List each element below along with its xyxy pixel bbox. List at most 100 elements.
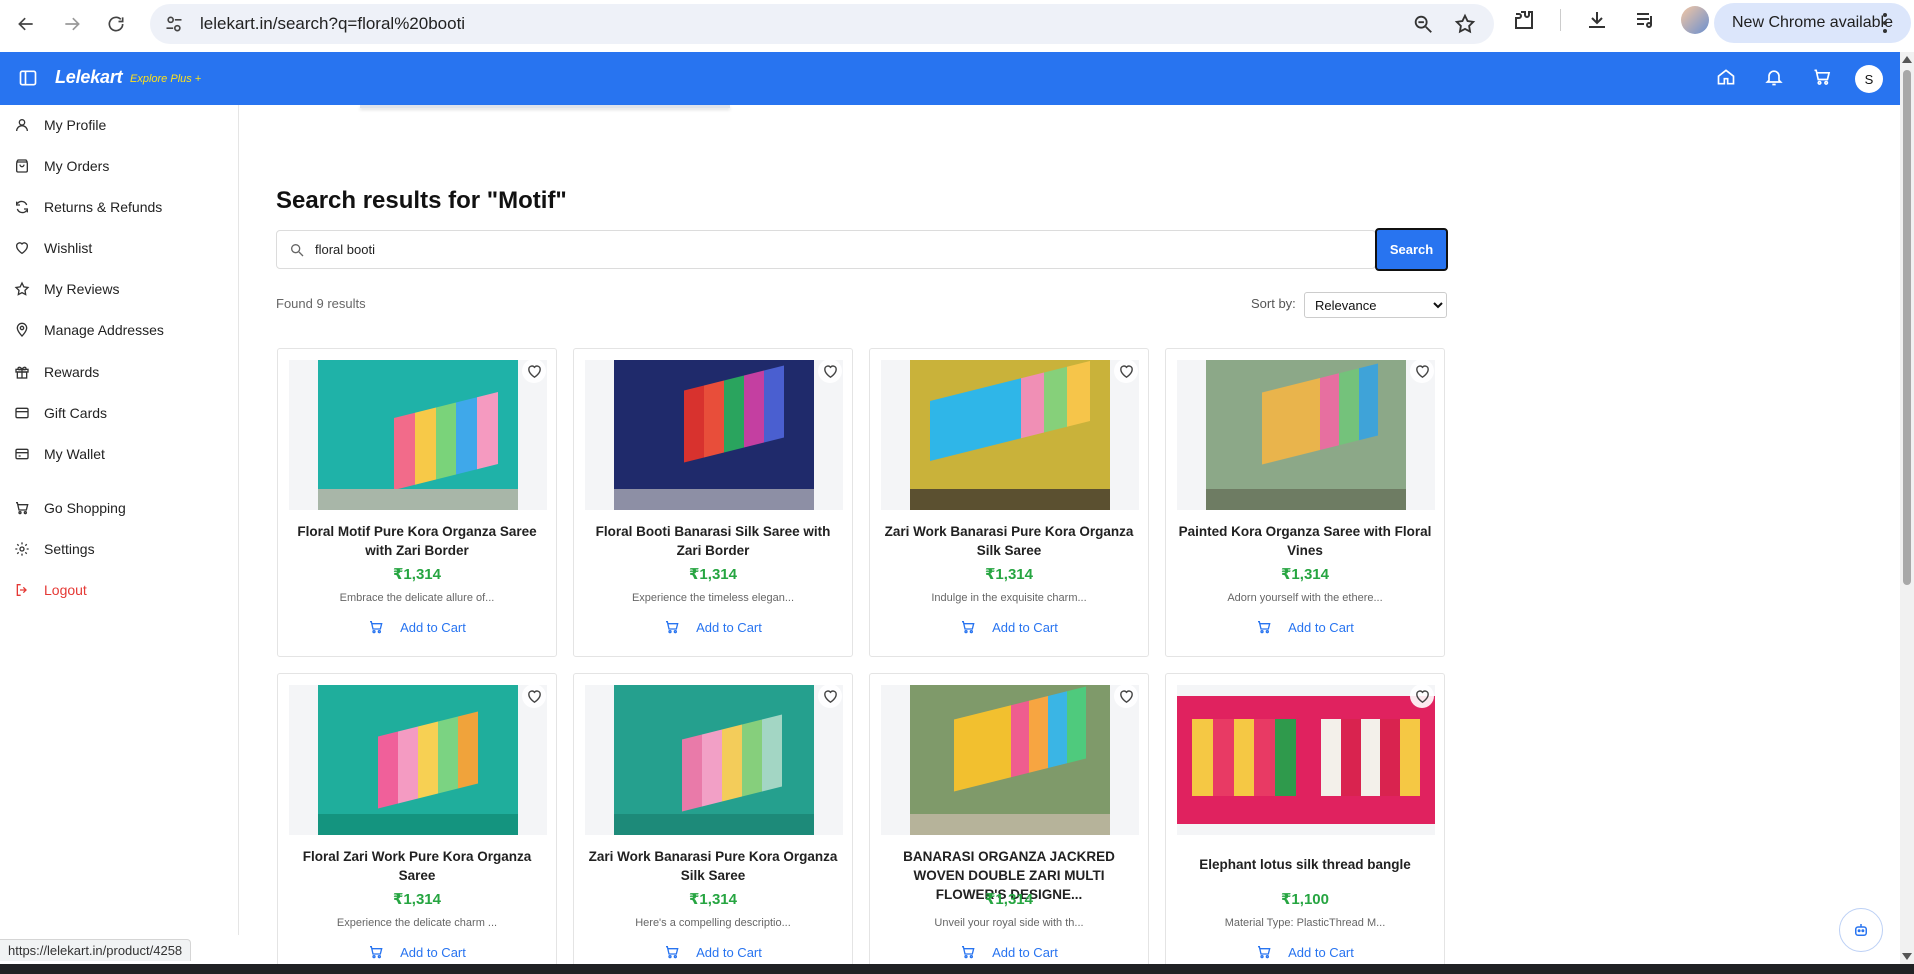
wishlist-button[interactable]: [522, 684, 546, 708]
sidebar-item-gift-cards[interactable]: Gift Cards: [14, 401, 107, 425]
bell-icon[interactable]: [1764, 67, 1784, 87]
collapsed-dropdown-edge: [360, 105, 730, 108]
product-name[interactable]: Floral Motif Pure Kora Organza Saree wit…: [288, 522, 546, 560]
address-bar[interactable]: lelekart.in/search?q=floral%20booti: [150, 4, 1494, 44]
search-button[interactable]: Search: [1375, 228, 1448, 271]
product-image[interactable]: [585, 685, 843, 835]
product-name[interactable]: Elephant lotus silk thread bangle: [1176, 855, 1434, 874]
saree-image: [318, 685, 518, 835]
product-description: Adorn yourself with the ethere...: [1227, 592, 1383, 604]
add-to-cart-button[interactable]: Add to Cart: [870, 619, 1148, 635]
add-to-cart-button[interactable]: Add to Cart: [1166, 619, 1444, 635]
logo[interactable]: Lelekart: [55, 67, 123, 88]
cart-icon: [666, 621, 679, 634]
product-image[interactable]: [881, 360, 1139, 510]
sidebar-item-manage-addresses[interactable]: Manage Addresses: [14, 318, 164, 342]
site-settings-icon[interactable]: [164, 14, 184, 34]
product-card[interactable]: Zari Work Banarasi Pure Kora Organza Sil…: [869, 348, 1149, 657]
product-card[interactable]: Painted Kora Organza Saree with Floral V…: [1165, 348, 1445, 657]
scroll-thumb[interactable]: [1903, 70, 1911, 585]
add-to-cart-button[interactable]: Add to Cart: [870, 944, 1148, 960]
add-to-cart-button[interactable]: Add to Cart: [1166, 944, 1444, 960]
sidebar-item-rewards[interactable]: Rewards: [14, 360, 99, 384]
user-avatar[interactable]: S: [1855, 65, 1883, 93]
url-text: lelekart.in/search?q=floral%20booti: [200, 14, 466, 33]
sidebar-item-my-orders[interactable]: My Orders: [14, 154, 109, 178]
home-icon[interactable]: [1716, 67, 1736, 87]
product-card[interactable]: Floral Motif Pure Kora Organza Saree wit…: [277, 348, 557, 657]
chatbot-button[interactable]: [1839, 908, 1883, 952]
scroll-up-arrow-icon[interactable]: [1902, 56, 1912, 63]
product-price: ₹1,314: [393, 566, 441, 583]
add-to-cart-button[interactable]: Add to Cart: [278, 619, 556, 635]
add-to-cart-label: Add to Cart: [400, 619, 466, 635]
wishlist-button[interactable]: [1114, 684, 1138, 708]
sidebar-item-go-shopping[interactable]: Go Shopping: [14, 496, 126, 520]
product-name[interactable]: Floral Zari Work Pure Kora Organza Saree: [288, 847, 546, 885]
sidebar-item-logout[interactable]: Logout: [14, 578, 87, 602]
product-name[interactable]: Zari Work Banarasi Pure Kora Organza Sil…: [584, 847, 842, 885]
bag-icon: [16, 159, 28, 173]
product-image[interactable]: [881, 685, 1139, 835]
sidebar-item-label: Manage Addresses: [44, 322, 164, 338]
kebab-menu-icon[interactable]: [1882, 12, 1888, 34]
product-name[interactable]: Floral Booti Banarasi Silk Saree with Za…: [584, 522, 842, 560]
product-card[interactable]: BANARASI ORGANZA JACKRED WOVEN DOUBLE ZA…: [869, 673, 1149, 974]
extensions-icon[interactable]: [1512, 8, 1536, 32]
sidebar-item-label: Settings: [44, 541, 95, 557]
cart-icon: [1258, 621, 1271, 634]
product-price: ₹1,314: [985, 566, 1033, 583]
sidebar-item-returns-refunds[interactable]: Returns & Refunds: [14, 195, 162, 219]
image-pattern: [1192, 719, 1296, 796]
product-image[interactable]: [585, 360, 843, 510]
gear-icon: [15, 542, 29, 556]
wishlist-button[interactable]: [1410, 359, 1434, 383]
reload-button[interactable]: [96, 4, 136, 44]
wishlist-button[interactable]: [1410, 684, 1434, 708]
bookmark-star-icon[interactable]: [1454, 13, 1476, 35]
add-to-cart-button[interactable]: Add to Cart: [574, 944, 852, 960]
forward-button[interactable]: [52, 4, 92, 44]
sidebar-item-my-wallet[interactable]: My Wallet: [14, 442, 105, 466]
sidebar-item-my-profile[interactable]: My Profile: [14, 113, 106, 137]
sidebar-item-wishlist[interactable]: Wishlist: [14, 236, 92, 260]
search-input[interactable]: [315, 242, 1215, 257]
product-image[interactable]: [289, 360, 547, 510]
product-image[interactable]: [1177, 360, 1435, 510]
product-card[interactable]: Elephant lotus silk thread bangle ₹1,100…: [1165, 673, 1445, 974]
product-name[interactable]: Painted Kora Organza Saree with Floral V…: [1176, 522, 1434, 560]
wishlist-button[interactable]: [522, 359, 546, 383]
add-to-cart-button[interactable]: Add to Cart: [278, 944, 556, 960]
product-price: ₹1,314: [689, 566, 737, 583]
page-title: Search results for "Motif": [276, 187, 567, 214]
sidebar-item-settings[interactable]: Settings: [14, 537, 95, 561]
scroll-down-arrow-icon[interactable]: [1902, 953, 1912, 960]
back-button[interactable]: [6, 4, 46, 44]
wishlist-button[interactable]: [818, 359, 842, 383]
cart-icon[interactable]: [1812, 67, 1832, 87]
product-name[interactable]: Zari Work Banarasi Pure Kora Organza Sil…: [880, 522, 1138, 560]
search-icon: [291, 243, 304, 256]
sort-select[interactable]: Relevance: [1304, 292, 1447, 318]
add-to-cart-button[interactable]: Add to Cart: [574, 619, 852, 635]
download-icon[interactable]: [1585, 8, 1609, 32]
media-controls-icon[interactable]: [1633, 8, 1657, 32]
wishlist-button[interactable]: [818, 684, 842, 708]
browser-profile-avatar[interactable]: [1681, 6, 1709, 34]
saree-image: [614, 360, 814, 510]
sidebar-toggle-icon[interactable]: [18, 68, 38, 88]
zoom-icon[interactable]: [1412, 13, 1434, 35]
image-pattern: [1321, 719, 1420, 796]
product-card[interactable]: Floral Booti Banarasi Silk Saree with Za…: [573, 348, 853, 657]
sort-label: Sort by:: [1251, 296, 1296, 311]
sidebar-item-my-reviews[interactable]: My Reviews: [14, 277, 119, 301]
page-scrollbar[interactable]: [1900, 52, 1914, 964]
product-card[interactable]: Floral Zari Work Pure Kora Organza Saree…: [277, 673, 557, 974]
product-card[interactable]: Zari Work Banarasi Pure Kora Organza Sil…: [573, 673, 853, 974]
wishlist-button[interactable]: [1114, 359, 1138, 383]
cart-icon: [962, 946, 975, 959]
add-to-cart-label: Add to Cart: [1288, 944, 1354, 960]
logo-tagline: Explore Plus +: [130, 73, 202, 85]
product-image[interactable]: [289, 685, 547, 835]
product-image[interactable]: [1177, 685, 1435, 835]
